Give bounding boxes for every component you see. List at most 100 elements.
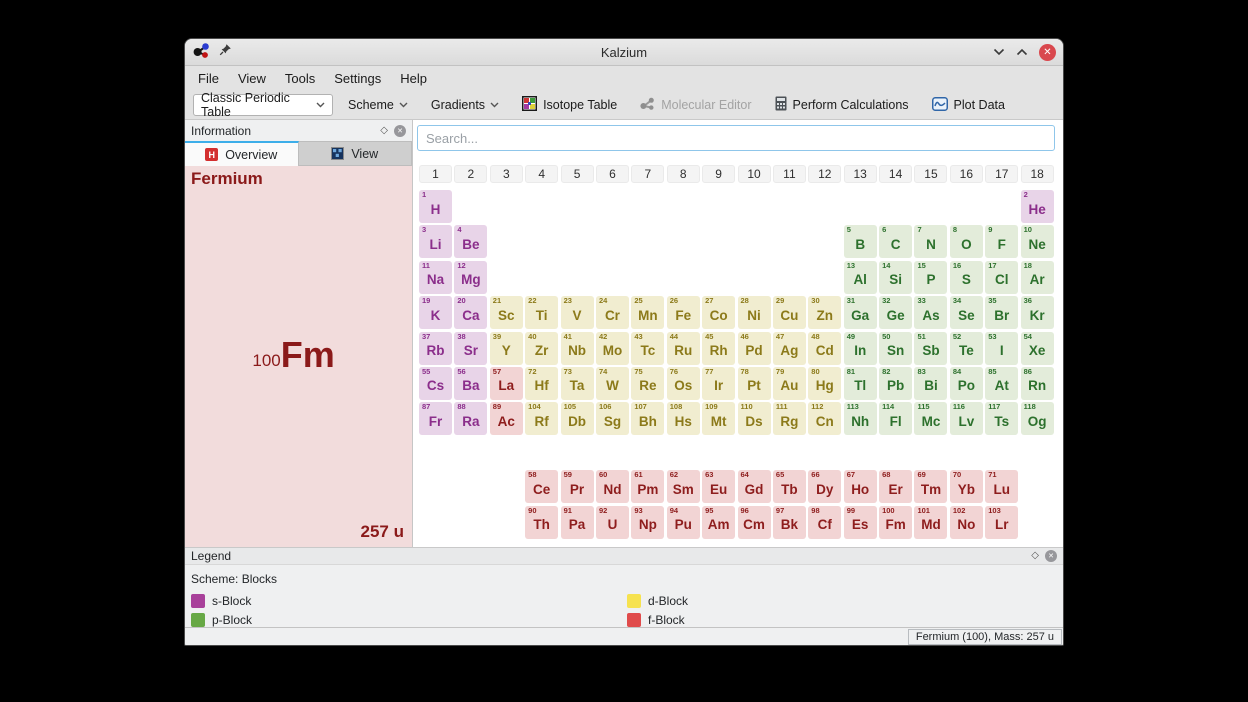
menu-tools[interactable]: Tools [285,71,315,86]
group-header-17[interactable]: 17 [985,165,1018,183]
element-cell-Md[interactable]: 101Md [914,506,947,539]
element-cell-No[interactable]: 102No [950,506,983,539]
group-header-6[interactable]: 6 [596,165,629,183]
element-cell-Cd[interactable]: 48Cd [808,332,841,365]
element-cell-Pa[interactable]: 91Pa [561,506,594,539]
element-cell-Ga[interactable]: 31Ga [844,296,877,329]
element-cell-S[interactable]: 16S [950,261,983,294]
group-header-8[interactable]: 8 [667,165,700,183]
element-cell-P[interactable]: 15P [914,261,947,294]
group-header-13[interactable]: 13 [844,165,877,183]
element-cell-Mn[interactable]: 25Mn [631,296,664,329]
information-dock-close-button[interactable]: ✕ [394,125,406,137]
element-cell-Au[interactable]: 79Au [773,367,806,400]
isotope-table-button[interactable]: Isotope Table [514,93,625,117]
element-cell-Cs[interactable]: 55Cs [419,367,452,400]
element-cell-Ds[interactable]: 110Ds [738,402,771,435]
element-cell-Lr[interactable]: 103Lr [985,506,1018,539]
perform-calculations-button[interactable]: Perform Calculations [767,93,917,117]
element-cell-Ar[interactable]: 18Ar [1021,261,1054,294]
element-cell-Ho[interactable]: 67Ho [844,470,877,503]
menu-view[interactable]: View [238,71,266,86]
element-cell-Tl[interactable]: 81Tl [844,367,877,400]
element-cell-Hf[interactable]: 72Hf [525,367,558,400]
legend-dock-close-button[interactable]: ✕ [1045,550,1057,562]
element-cell-Pr[interactable]: 59Pr [561,470,594,503]
element-cell-Np[interactable]: 93Np [631,506,664,539]
element-cell-Mc[interactable]: 115Mc [914,402,947,435]
element-cell-Li[interactable]: 3Li [419,225,452,258]
element-cell-Ge[interactable]: 32Ge [879,296,912,329]
group-header-12[interactable]: 12 [808,165,841,183]
element-cell-Os[interactable]: 76Os [667,367,700,400]
element-cell-Xe[interactable]: 54Xe [1021,332,1054,365]
information-dock-float-button[interactable]: ◇ [380,126,388,136]
tab-overview[interactable]: H Overview [185,141,299,166]
element-cell-Bk[interactable]: 97Bk [773,506,806,539]
group-header-4[interactable]: 4 [525,165,558,183]
element-cell-U[interactable]: 92U [596,506,629,539]
element-cell-Sr[interactable]: 38Sr [454,332,487,365]
element-cell-V[interactable]: 23V [561,296,594,329]
element-cell-Ra[interactable]: 88Ra [454,402,487,435]
pin-icon[interactable] [219,43,232,61]
group-header-7[interactable]: 7 [631,165,664,183]
minimize-button[interactable] [993,48,1005,56]
element-cell-Sc[interactable]: 21Sc [490,296,523,329]
element-cell-Mg[interactable]: 12Mg [454,261,487,294]
element-cell-Pb[interactable]: 82Pb [879,367,912,400]
group-header-3[interactable]: 3 [490,165,523,183]
element-cell-N[interactable]: 7N [914,225,947,258]
element-cell-Eu[interactable]: 63Eu [702,470,735,503]
element-cell-Cu[interactable]: 29Cu [773,296,806,329]
group-header-1[interactable]: 1 [419,165,452,183]
element-cell-Fl[interactable]: 114Fl [879,402,912,435]
element-cell-Tc[interactable]: 43Tc [631,332,664,365]
element-cell-Er[interactable]: 68Er [879,470,912,503]
element-cell-Al[interactable]: 13Al [844,261,877,294]
scheme-dropdown[interactable]: Scheme [340,94,416,116]
element-cell-Ne[interactable]: 10Ne [1021,225,1054,258]
element-cell-Tm[interactable]: 69Tm [914,470,947,503]
element-cell-Rg[interactable]: 111Rg [773,402,806,435]
group-header-14[interactable]: 14 [879,165,912,183]
group-header-15[interactable]: 15 [914,165,947,183]
element-cell-Ce[interactable]: 58Ce [525,470,558,503]
element-cell-Se[interactable]: 34Se [950,296,983,329]
element-cell-Fr[interactable]: 87Fr [419,402,452,435]
element-cell-Ir[interactable]: 77Ir [702,367,735,400]
element-cell-Hs[interactable]: 108Hs [667,402,700,435]
element-cell-Rh[interactable]: 45Rh [702,332,735,365]
element-cell-He[interactable]: 2He [1021,190,1054,223]
element-cell-Ru[interactable]: 44Ru [667,332,700,365]
element-cell-W[interactable]: 74W [596,367,629,400]
element-cell-Sb[interactable]: 51Sb [914,332,947,365]
group-header-18[interactable]: 18 [1021,165,1054,183]
group-header-5[interactable]: 5 [561,165,594,183]
element-cell-Ts[interactable]: 117Ts [985,402,1018,435]
search-input[interactable] [417,125,1055,151]
element-cell-Cl[interactable]: 17Cl [985,261,1018,294]
element-cell-Sg[interactable]: 106Sg [596,402,629,435]
element-cell-Ag[interactable]: 47Ag [773,332,806,365]
element-cell-Cf[interactable]: 98Cf [808,506,841,539]
element-cell-Fe[interactable]: 26Fe [667,296,700,329]
element-cell-Sm[interactable]: 62Sm [667,470,700,503]
element-cell-Co[interactable]: 27Co [702,296,735,329]
element-cell-Yb[interactable]: 70Yb [950,470,983,503]
element-cell-O[interactable]: 8O [950,225,983,258]
element-cell-Te[interactable]: 52Te [950,332,983,365]
group-header-11[interactable]: 11 [773,165,806,183]
element-cell-Pm[interactable]: 61Pm [631,470,664,503]
element-cell-Nh[interactable]: 113Nh [844,402,877,435]
element-cell-Og[interactable]: 118Og [1021,402,1054,435]
legend-dock-float-button[interactable]: ◇ [1031,551,1039,561]
element-cell-In[interactable]: 49In [844,332,877,365]
element-cell-Mo[interactable]: 42Mo [596,332,629,365]
maximize-button[interactable] [1016,48,1028,56]
element-cell-Cr[interactable]: 24Cr [596,296,629,329]
element-cell-K[interactable]: 19K [419,296,452,329]
element-cell-Y[interactable]: 39Y [490,332,523,365]
element-cell-Zn[interactable]: 30Zn [808,296,841,329]
element-cell-Po[interactable]: 84Po [950,367,983,400]
